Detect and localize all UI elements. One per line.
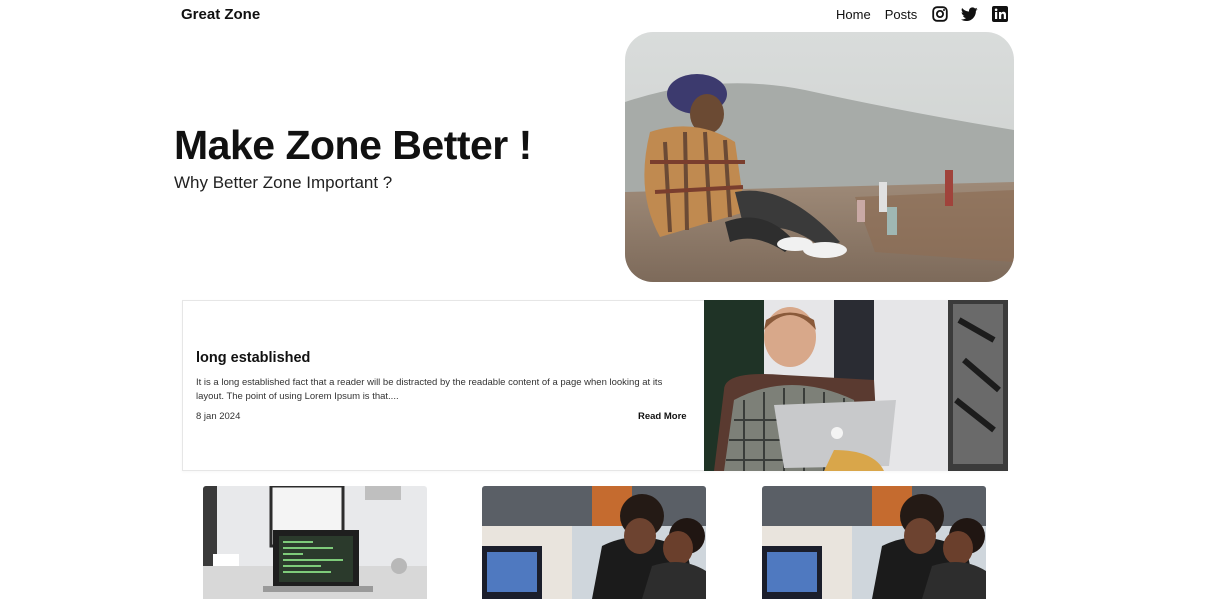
featured-post-card[interactable]: long established It is a long establishe… bbox=[182, 300, 1008, 471]
top-nav: Home Posts bbox=[836, 4, 1008, 24]
post-thumbnail-3[interactable] bbox=[762, 486, 986, 599]
twitter-icon[interactable] bbox=[961, 6, 978, 23]
post-title[interactable]: long established bbox=[196, 350, 310, 366]
post-thumbnail-1[interactable] bbox=[203, 486, 427, 599]
post-excerpt: It is a long established fact that a rea… bbox=[196, 377, 663, 402]
hero-image bbox=[625, 32, 1014, 282]
post-image bbox=[704, 300, 1008, 471]
post-thumbnail-2[interactable] bbox=[482, 486, 706, 599]
linkedin-icon[interactable] bbox=[991, 6, 1008, 23]
brand-logo[interactable]: Great Zone bbox=[181, 6, 260, 23]
hero-title: Make Zone Better ! bbox=[174, 122, 532, 168]
post-date: 8 jan 2024 bbox=[196, 411, 241, 422]
instagram-icon[interactable] bbox=[931, 6, 948, 23]
hero-subtitle: Why Better Zone Important ? bbox=[174, 173, 393, 192]
read-more-link[interactable]: Read More bbox=[638, 411, 687, 422]
nav-home-link[interactable]: Home bbox=[836, 7, 871, 22]
nav-posts-link[interactable]: Posts bbox=[885, 7, 918, 22]
